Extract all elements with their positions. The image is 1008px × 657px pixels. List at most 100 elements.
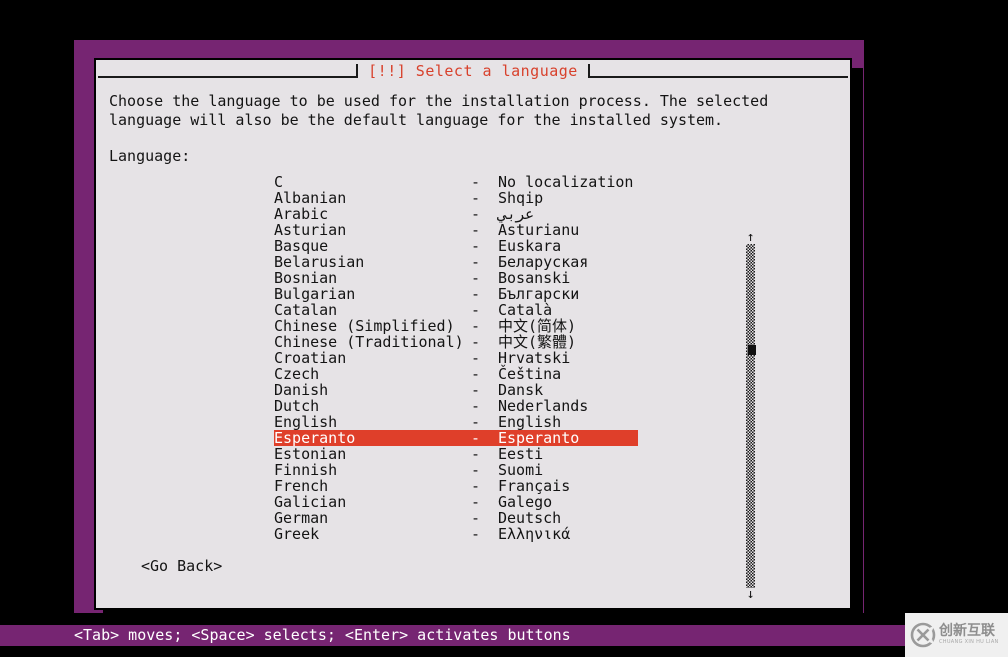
language-name-english: Chinese (Simplified)	[274, 318, 455, 335]
language-name-native: Ελληνικά	[498, 525, 571, 543]
language-separator: -	[471, 397, 481, 415]
language-name-english: German	[274, 510, 329, 527]
language-list-item[interactable]: Arabic - عربي	[274, 206, 638, 222]
scrollbar-thumb[interactable]	[748, 345, 756, 355]
language-separator: -	[471, 493, 481, 511]
watermark-pinyin: CHUANG XIN HU LIAN	[939, 639, 999, 645]
status-bar-hints: <Tab> moves; <Space> selects; <Enter> ac…	[0, 625, 1008, 646]
language-name-english: Czech	[274, 366, 320, 383]
language-list-scrollbar[interactable]: ↑ ↓	[744, 231, 757, 601]
language-list[interactable]: C - No localization Albanian - Shqip Arabic - عر…	[274, 174, 638, 542]
language-name-english: Danish	[274, 382, 329, 399]
language-list-item[interactable]: Greek - Ελληνικά	[274, 526, 638, 542]
language-name-native: Français	[498, 477, 571, 495]
language-name-english: English	[274, 414, 338, 431]
language-name-native: No localization	[498, 173, 634, 191]
language-name-native: Bosanski	[498, 269, 571, 287]
language-separator: -	[471, 525, 481, 543]
dialog-title: [!!] Select a language	[368, 62, 578, 80]
language-name-native: Asturianu	[498, 221, 580, 239]
language-name-native: 中文(简体)	[498, 317, 577, 335]
language-name-native: Deutsch	[498, 509, 562, 527]
language-name-english: Bulgarian	[274, 286, 356, 303]
language-list-item[interactable]: Asturian - Asturianu	[274, 222, 638, 238]
language-name-native: Български	[498, 285, 580, 303]
language-separator: -	[471, 349, 481, 367]
language-list-item[interactable]: German - Deutsch	[274, 510, 638, 526]
language-name-native: Čeština	[498, 365, 562, 383]
language-separator: -	[471, 445, 481, 463]
language-name-native: Беларуская	[498, 253, 589, 271]
language-separator: -	[471, 461, 481, 479]
language-list-item[interactable]: Esperanto - Esperanto	[274, 430, 638, 446]
go-back-button[interactable]: <Go Back>	[141, 557, 222, 575]
language-separator: -	[471, 253, 481, 271]
language-separator: -	[471, 221, 481, 239]
language-separator: -	[471, 269, 481, 287]
watermark: 创新互联 CHUANG XIN HU LIAN	[905, 613, 1008, 657]
language-name-native: عربي	[498, 205, 535, 223]
language-list-item[interactable]: Estonian - Eesti	[274, 446, 638, 462]
language-separator: -	[471, 365, 481, 383]
language-name-english: Catalan	[274, 302, 338, 319]
language-list-item[interactable]: Croatian - Hrvatski	[274, 350, 638, 366]
language-list-item[interactable]: Finnish - Suomi	[274, 462, 638, 478]
language-name-english: Greek	[274, 526, 320, 543]
title-rule-left	[98, 64, 359, 78]
language-name-english: Esperanto	[274, 430, 356, 447]
intro-text: Choose the language to be used for the i…	[109, 92, 778, 129]
language-list-item[interactable]: C - No localization	[274, 174, 638, 190]
language-list-item[interactable]: Albanian - Shqip	[274, 190, 638, 206]
language-name-english: Arabic	[274, 206, 329, 223]
language-name-native: Suomi	[498, 461, 544, 479]
language-separator: -	[471, 189, 481, 207]
language-list-item[interactable]: Danish - Dansk	[274, 382, 638, 398]
language-list-item[interactable]: Bulgarian - Български	[274, 286, 638, 302]
language-name-native: Català	[498, 301, 553, 319]
language-separator: -	[471, 285, 481, 303]
scroll-up-arrow-icon[interactable]: ↑	[744, 231, 757, 244]
language-separator: -	[471, 477, 481, 495]
language-separator: -	[471, 301, 481, 319]
watermark-chinese: 创新互联	[939, 623, 995, 639]
language-name-native: Dansk	[498, 381, 544, 399]
language-separator: -	[471, 429, 481, 447]
language-name-english: Basque	[274, 238, 329, 255]
language-name-english: Galician	[274, 494, 347, 511]
language-name-english: Chinese (Traditional)	[274, 334, 464, 351]
language-separator: -	[471, 205, 481, 223]
language-name-english: Dutch	[274, 398, 320, 415]
language-list-item[interactable]: French - Français	[274, 478, 638, 494]
language-name-english: French	[274, 478, 329, 495]
language-separator: -	[471, 237, 481, 255]
language-list-item[interactable]: Catalan - Català	[274, 302, 638, 318]
language-list-item[interactable]: Belarusian - Беларуская	[274, 254, 638, 270]
language-name-english: Finnish	[274, 462, 338, 479]
language-separator: -	[471, 173, 481, 191]
language-name-english: Bosnian	[274, 270, 338, 287]
language-name-english: Belarusian	[274, 254, 365, 271]
language-name-native: Hrvatski	[498, 349, 571, 367]
language-list-item[interactable]: Chinese (Simplified) - 中文(简体)	[274, 318, 638, 334]
language-name-native: Eesti	[498, 445, 544, 463]
language-name-native: 中文(繁體)	[498, 333, 577, 351]
language-list-item[interactable]: Bosnian - Bosanski	[274, 270, 638, 286]
language-name-english: Estonian	[274, 446, 347, 463]
language-separator: -	[471, 381, 481, 399]
scroll-down-arrow-icon[interactable]: ↓	[744, 588, 757, 601]
language-name-native: Galego	[498, 493, 553, 511]
language-list-item[interactable]: Dutch - Nederlands	[274, 398, 638, 414]
watermark-logo-icon	[910, 622, 936, 648]
language-list-item[interactable]: English - English	[274, 414, 638, 430]
language-list-item[interactable]: Czech - Čeština	[274, 366, 638, 382]
scrollbar-track[interactable]	[746, 244, 756, 588]
language-name-native: Nederlands	[498, 397, 589, 415]
dialog-titlebar: [!!] Select a language	[96, 60, 850, 82]
language-name-english: C	[274, 174, 284, 191]
language-list-item[interactable]: Chinese (Traditional) - 中文(繁體)	[274, 334, 638, 350]
language-list-item[interactable]: Basque - Euskara	[274, 238, 638, 254]
watermark-text: 创新互联 CHUANG XIN HU LIAN	[936, 624, 1008, 646]
language-name-native: Euskara	[498, 237, 562, 255]
language-list-item[interactable]: Galician - Galego	[274, 494, 638, 510]
dialog-body: Choose the language to be used for the i…	[109, 92, 840, 166]
